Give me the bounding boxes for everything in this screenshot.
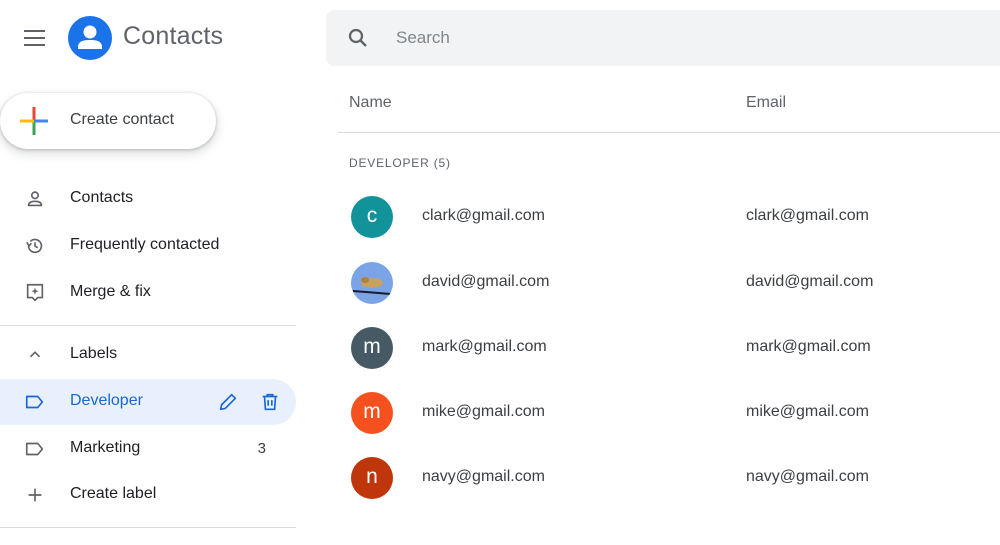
create-label-button[interactable]: Create label [0,472,296,518]
contact-row[interactable]: c clark@gmail.com clark@gmail.com [338,185,1000,249]
sidebar-label-name: Developer [70,392,143,409]
contact-email: clark@gmail.com [746,207,869,224]
sidebar-label-developer[interactable]: Developer [0,379,296,425]
search-bar[interactable] [326,10,1000,66]
sidebar-label-name: Marketing [70,439,141,456]
contact-row[interactable]: m mike@gmail.com mike@gmail.com [338,381,1000,445]
sidebar-item-merge-fix[interactable]: Merge & fix [0,270,296,316]
sidebar-label-marketing[interactable]: Marketing 3 [0,426,296,472]
sidebar-divider [0,527,296,528]
avatar: c [351,196,393,238]
create-contact-label: Create contact [70,111,175,128]
merge-fix-icon [26,283,44,302]
contact-name: david@gmail.com [422,273,550,290]
sidebar-item-contacts[interactable]: Contacts [0,176,296,222]
label-outline-icon [25,395,44,409]
edit-pencil-icon[interactable] [217,391,239,413]
avatar: n [351,457,393,499]
label-count: 3 [257,440,266,457]
delete-trash-icon[interactable] [259,391,281,413]
contact-email: mike@gmail.com [746,403,869,420]
contact-row[interactable]: n navy@gmail.com navy@gmail.com [338,446,1000,510]
history-icon [26,238,43,254]
chevron-up-icon [29,351,41,358]
contact-name: mike@gmail.com [422,403,545,420]
label-outline-icon [25,442,44,456]
contact-name: clark@gmail.com [422,207,545,224]
main-menu-button[interactable] [20,24,50,52]
sidebar-divider [0,325,296,326]
header-divider [338,132,1000,133]
plus-icon [28,488,42,502]
contact-name: mark@gmail.com [422,338,547,355]
hamburger-menu-icon [24,30,45,32]
sidebar-item-frequently-contacted[interactable]: Frequently contacted [0,223,296,269]
create-contact-button[interactable]: Create contact [0,93,216,149]
column-header-name[interactable]: Name [349,94,392,112]
app-title: Contacts [123,22,224,50]
avatar-photo [351,262,393,304]
labels-section-toggle[interactable]: Labels [0,332,296,378]
sidebar-item-label: Merge & fix [70,283,151,300]
contact-email: mark@gmail.com [746,338,871,355]
sidebar-item-label: Contacts [70,189,134,206]
sidebar-item-label: Frequently contacted [70,236,220,253]
search-input[interactable] [396,22,956,54]
labels-section-label: Labels [70,345,118,362]
search-icon[interactable] [346,26,370,50]
group-label: DEVELOPER (5) [349,156,451,170]
contact-email: navy@gmail.com [746,468,869,485]
contacts-logo-icon [68,16,112,60]
contact-email: david@gmail.com [746,273,874,290]
avatar: m [351,327,393,369]
create-label-text: Create label [70,485,157,502]
person-outline-icon [27,191,43,207]
contact-row[interactable]: m mark@gmail.com mark@gmail.com [338,316,1000,380]
multicolor-plus-icon [20,107,48,135]
contact-row[interactable]: david@gmail.com david@gmail.com [338,251,1000,315]
avatar: m [351,392,393,434]
column-header-email[interactable]: Email [746,94,786,112]
contact-name: navy@gmail.com [422,468,545,485]
